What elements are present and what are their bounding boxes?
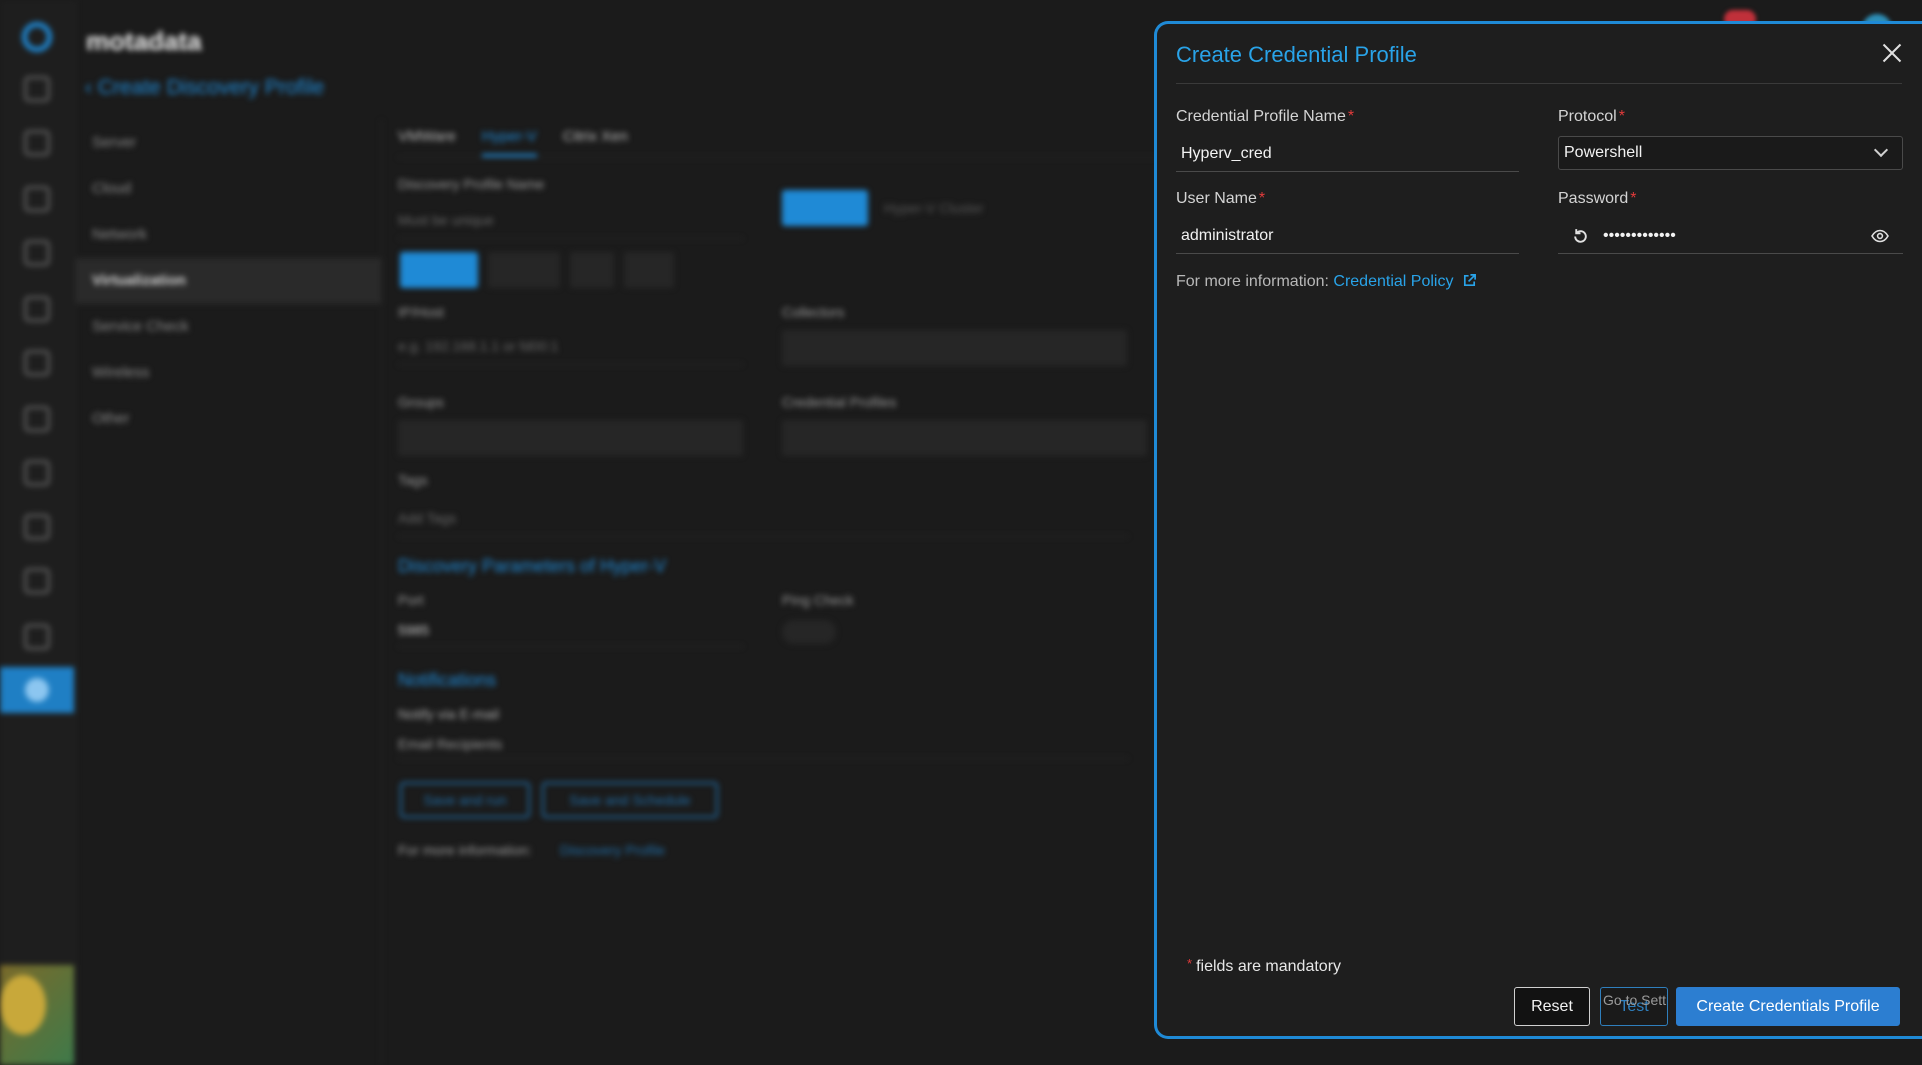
chart-icon[interactable] [24, 186, 50, 212]
ping-check-toggle[interactable] [782, 620, 836, 644]
password-label: Password * [1558, 190, 1636, 208]
protocol-select[interactable]: Powershell [1558, 136, 1903, 170]
hypervisor-tabs: VMWare Hyper-V Citrix Xen [398, 120, 1158, 158]
eye-icon[interactable] [1871, 229, 1889, 243]
nav-item-other[interactable]: Other [76, 396, 381, 442]
tags-input[interactable]: Add Tags [398, 510, 456, 526]
password-value: ••••••••••••• [1603, 227, 1676, 244]
settings-nav-active[interactable] [0, 667, 74, 713]
type-csv[interactable] [570, 252, 614, 288]
protocol-label-text: Protocol [1558, 108, 1617, 125]
category-nav: Server Cloud Network Virtualization Serv… [76, 120, 382, 1065]
credential-policy-link[interactable]: Credential Policy [1333, 273, 1453, 290]
nav-item-network[interactable]: Network [76, 212, 381, 258]
page-title-text: Create Discovery Profile [97, 76, 325, 99]
page-title[interactable]: ‹ Create Discovery Profile [85, 76, 324, 100]
user-name-label: User Name * [1176, 190, 1265, 208]
nav-item-service-check[interactable]: Service Check [76, 304, 381, 350]
external-link-icon[interactable] [1462, 273, 1477, 288]
tab-hyper-v[interactable]: Hyper-V [481, 128, 537, 157]
toggle-hyper-v[interactable] [782, 190, 868, 226]
password-label-text: Password [1558, 190, 1629, 207]
document-icon[interactable] [24, 240, 50, 266]
required-asterisk: * [1347, 108, 1355, 125]
mandatory-note-text: fields are mandatory [1196, 958, 1342, 975]
groups-label: Groups [398, 394, 444, 410]
reset-password-icon[interactable] [1572, 228, 1589, 245]
protocol-selected-value: Powershell [1564, 144, 1643, 161]
info-text: For more information: [1176, 273, 1329, 290]
brand-logo: motadata [86, 26, 202, 56]
title-divider [1176, 83, 1902, 84]
nav-item-server[interactable]: Server [76, 120, 381, 166]
credential-profiles-select[interactable] [782, 420, 1147, 456]
type-ip-host[interactable] [400, 252, 478, 288]
close-icon[interactable] [1881, 42, 1903, 64]
discovery-form: VMWare Hyper-V Citrix Xen Discovery Prof… [398, 120, 1158, 1065]
report-icon[interactable] [24, 624, 50, 650]
server-icon[interactable] [24, 568, 50, 594]
credential-profiles-label: Credential Profiles [782, 394, 897, 410]
profile-name-label: Discovery Profile Name [398, 176, 545, 192]
notify-label: Notify via E-mail [398, 706, 500, 722]
app-root: motadata ‹ Create Discovery Profile Serv… [0, 0, 1922, 1065]
collectors-select[interactable] [782, 330, 1127, 366]
more-info-text: For more information: [398, 842, 532, 858]
megaphone-icon[interactable] [24, 460, 50, 486]
nav-item-virtualization[interactable]: Virtualization [76, 258, 381, 304]
tags-label: Tags [398, 472, 428, 488]
dashboard-icon[interactable] [24, 76, 50, 102]
profile-name-label: Credential Profile Name * [1176, 108, 1354, 126]
discovery-profile-link[interactable]: Discovery Profile [560, 842, 665, 858]
test-button[interactable]: Test Go to Setti [1600, 987, 1668, 1026]
topology-icon[interactable] [24, 296, 50, 322]
profile-name-label-text: Credential Profile Name [1176, 108, 1346, 125]
bell-icon[interactable] [24, 350, 50, 376]
nav-item-wireless[interactable]: Wireless [76, 350, 381, 396]
logo-icon [22, 22, 52, 52]
toggle-hyper-v-cluster[interactable]: Hyper-V Cluster [884, 200, 984, 216]
ip-host-input[interactable]: e.g. 192.168.1.1 or fd00:1 [398, 338, 558, 354]
groups-select[interactable] [398, 420, 743, 456]
password-input[interactable]: ••••••••••••• [1558, 218, 1903, 254]
type-cidr[interactable] [624, 252, 674, 288]
nav-item-cloud[interactable]: Cloud [76, 166, 381, 212]
ping-check-label: Ping Check [782, 592, 854, 608]
port-label: Port [398, 592, 424, 608]
icon-rail [0, 0, 76, 1065]
port-input[interactable]: 5985 [398, 622, 429, 638]
info-line: For more information: Credential Policy [1176, 273, 1477, 291]
notifications-section-title: Notifications [398, 670, 497, 690]
protocol-label: Protocol * [1558, 108, 1625, 126]
profile-name-input[interactable]: Must be unique [398, 212, 494, 228]
type-ip-range[interactable] [488, 252, 560, 288]
required-asterisk: * [1630, 190, 1637, 207]
monitor-icon[interactable] [24, 130, 50, 156]
user-name-label-text: User Name [1176, 190, 1257, 207]
decorative-illustration [0, 965, 74, 1065]
required-asterisk: * [1618, 108, 1625, 125]
user-name-input[interactable]: administrator [1176, 218, 1519, 254]
mandatory-note: * fields are mandatory [1185, 956, 1341, 976]
chevron-down-icon [1873, 142, 1889, 158]
tab-citrix-xen[interactable]: Citrix Xen [563, 128, 628, 157]
tab-vmware[interactable]: VMWare [398, 128, 456, 157]
create-credential-profile-panel: Create Credential Profile Credential Pro… [1154, 21, 1922, 1039]
network-icon[interactable] [24, 406, 50, 432]
create-credentials-profile-button[interactable]: Create Credentials Profile [1676, 987, 1900, 1026]
required-asterisk: * [1187, 956, 1193, 971]
params-section-title: Discovery Parameters of Hyper-V [398, 556, 667, 576]
gear-icon [25, 678, 49, 702]
save-and-run-button[interactable]: Save and run [400, 782, 530, 818]
tooltip-overlay-text: Go to Setti [1603, 992, 1668, 1008]
cloud-icon[interactable] [24, 514, 50, 540]
profile-name-input[interactable]: Hyperv_cred [1176, 136, 1519, 172]
required-asterisk: * [1258, 190, 1266, 207]
reset-button[interactable]: Reset [1514, 987, 1590, 1026]
save-and-schedule-button[interactable]: Save and Schedule [542, 782, 718, 818]
collectors-label: Collectors [782, 304, 845, 320]
recipients-label: Email Recipients [398, 736, 503, 752]
ip-host-label: IP/Host [398, 304, 444, 320]
panel-title: Create Credential Profile [1176, 42, 1417, 67]
